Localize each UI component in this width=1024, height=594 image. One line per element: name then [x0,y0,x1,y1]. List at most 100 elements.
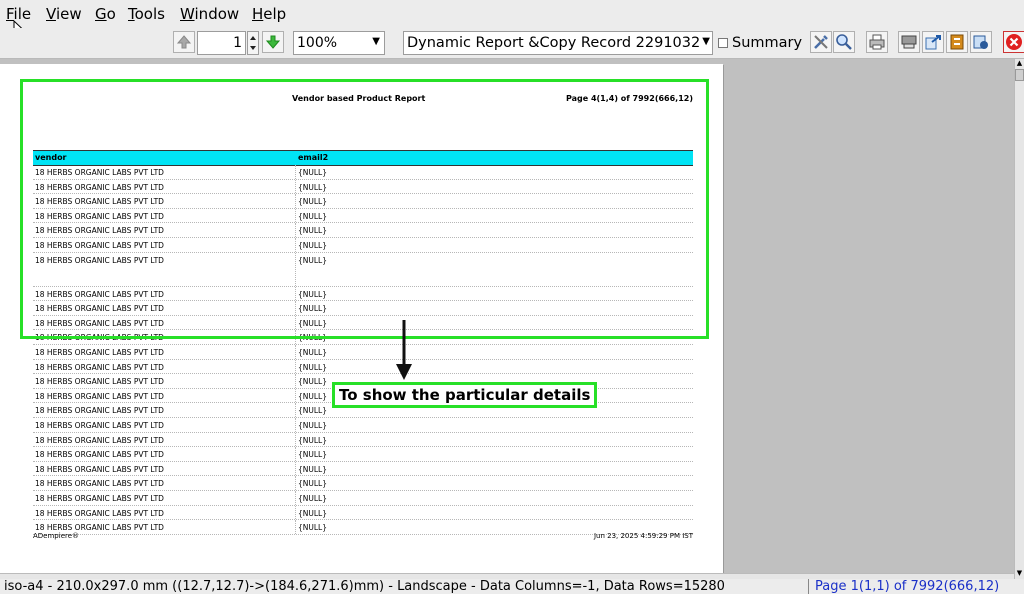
cell-email2: {NULL} [298,479,328,489]
cell-email2: {NULL} [298,508,328,518]
column-divider [295,491,296,505]
column-divider [295,374,296,388]
annotation-callout: To show the particular details [332,382,598,408]
zoom-value: 100% [297,35,338,51]
menu-view[interactable]: View [46,5,82,23]
table-row: 18 HERBS ORGANIC LABS PVT LTD {NULL} [33,491,693,506]
page-number-value: 1 [233,35,242,51]
cell-vendor: 18 HERBS ORGANIC LABS PVT LTD [35,479,164,489]
next-page-button[interactable] [262,31,284,53]
previous-page-button[interactable] [173,31,195,53]
export-icon [925,35,941,50]
print-preview-icon [901,35,917,49]
footer-left: ADempiere® [33,532,80,540]
print-button[interactable] [866,31,888,53]
menu-help[interactable]: Help [252,5,286,23]
table-row: 18 HERBS ORGANIC LABS PVT LTD {NULL} [33,418,693,433]
column-divider [295,520,296,534]
table-row: 18 HERBS ORGANIC LABS PVT LTD {NULL} [33,359,693,375]
close-icon [1006,34,1022,50]
customize-button[interactable] [810,31,832,53]
cell-vendor: 18 HERBS ORGANIC LABS PVT LTD [35,362,164,372]
arrow-down-icon [396,320,412,380]
print-icon [869,34,885,50]
cell-vendor: 18 HERBS ORGANIC LABS PVT LTD [35,391,164,401]
scroll-down-icon[interactable]: ▼ [1015,569,1024,579]
down-arrow-icon [265,35,281,49]
cell-vendor: 18 HERBS ORGANIC LABS PVT LTD [35,494,164,503]
summary-checkbox[interactable] [718,38,728,48]
annotation-text: To show the particular details [339,386,591,404]
page-number-field[interactable]: 1 [197,31,246,55]
cell-email2: {NULL} [298,494,328,503]
menu-tools[interactable]: Tools [128,5,165,23]
column-divider [295,359,296,374]
cell-vendor: 18 HERBS ORGANIC LABS PVT LTD [35,508,164,518]
chevron-down-icon: ▼ [702,36,710,47]
column-divider [295,447,296,461]
table-row: 18 HERBS ORGANIC LABS PVT LTD {NULL} [33,432,693,448]
menu-go[interactable]: Go [95,5,116,23]
cell-vendor: 18 HERBS ORGANIC LABS PVT LTD [35,435,164,445]
page-spinner[interactable] [247,31,259,55]
table-row: 18 HERBS ORGANIC LABS PVT LTD {NULL} [33,476,693,491]
email-icon [973,35,988,49]
archive-button[interactable] [946,31,968,53]
up-arrow-icon [176,35,192,49]
zoom-icon [836,34,852,50]
table-row: 18 HERBS ORGANIC LABS PVT LTD {NULL} [33,447,693,462]
column-divider [295,418,296,432]
column-divider [295,461,296,476]
close-button[interactable] [1003,31,1024,53]
cell-email2: {NULL} [298,377,328,387]
cell-email2: {NULL} [298,348,328,357]
cell-email2: {NULL} [298,464,328,474]
cell-vendor: 18 HERBS ORGANIC LABS PVT LTD [35,348,164,357]
cell-email2: {NULL} [298,421,328,430]
column-divider [295,476,296,490]
find-button[interactable] [833,31,855,53]
column-divider [295,403,296,417]
cell-vendor: 18 HERBS ORGANIC LABS PVT LTD [35,421,164,430]
table-row: 18 HERBS ORGANIC LABS PVT LTD {NULL} [33,461,693,477]
scroll-thumb[interactable] [1015,69,1024,81]
cell-vendor: 18 HERBS ORGANIC LABS PVT LTD [35,450,164,460]
archive-icon [950,34,964,50]
table-row: 18 HERBS ORGANIC LABS PVT LTD {NULL} [33,345,693,360]
footer-timestamp: Jun 23, 2025 4:59:29 PM IST [593,532,693,540]
print-preview-button[interactable] [898,31,920,53]
cell-email2: {NULL} [298,450,328,460]
column-divider [295,505,296,520]
export-button[interactable] [922,31,944,53]
status-paper-info: iso-a4 - 210.0x297.0 mm ((12.7,12.7)->(1… [4,579,725,594]
cell-email2: {NULL} [298,362,328,372]
email-button[interactable] [970,31,992,53]
status-bar: iso-a4 - 210.0x297.0 mm ((12.7,12.7)->(1… [0,579,1024,594]
table-row: 18 HERBS ORGANIC LABS PVT LTD {NULL} [33,505,693,521]
cell-email2: {NULL} [298,406,328,416]
cell-email2: {NULL} [298,391,328,401]
cell-vendor: 18 HERBS ORGANIC LABS PVT LTD [35,523,164,533]
cell-vendor: 18 HERBS ORGANIC LABS PVT LTD [35,406,164,416]
column-divider [295,432,296,447]
cell-email2: {NULL} [298,435,328,445]
column-divider [295,388,296,403]
zoom-select[interactable]: 100% ▼ [293,31,385,55]
toolbar: 1 100% ▼ Dynamic Report &Copy Record 229… [0,28,1024,59]
cell-email2: {NULL} [298,523,328,533]
menu-bar: File View Go Tools Window Help [0,0,1024,38]
summary-label: Summary [732,35,803,51]
column-divider [295,345,296,359]
report-select[interactable]: Dynamic Report &Copy Record 2291032 ▼ [403,31,713,55]
highlight-box [20,79,709,339]
cell-vendor: 18 HERBS ORGANIC LABS PVT LTD [35,464,164,474]
spinner-arrows-icon [250,36,256,50]
cell-vendor: 18 HERBS ORGANIC LABS PVT LTD [35,377,164,387]
menu-window[interactable]: Window [180,5,239,23]
vertical-scrollbar[interactable]: ▲ ▼ [1014,59,1024,579]
scroll-up-icon[interactable]: ▲ [1015,59,1024,69]
report-select-value: Dynamic Report &Copy Record 2291032 [407,35,701,51]
chevron-down-icon: ▼ [372,36,380,47]
status-page-info: Page 1(1,1) of 7992(666,12) [808,579,999,594]
tools-icon [814,35,828,49]
